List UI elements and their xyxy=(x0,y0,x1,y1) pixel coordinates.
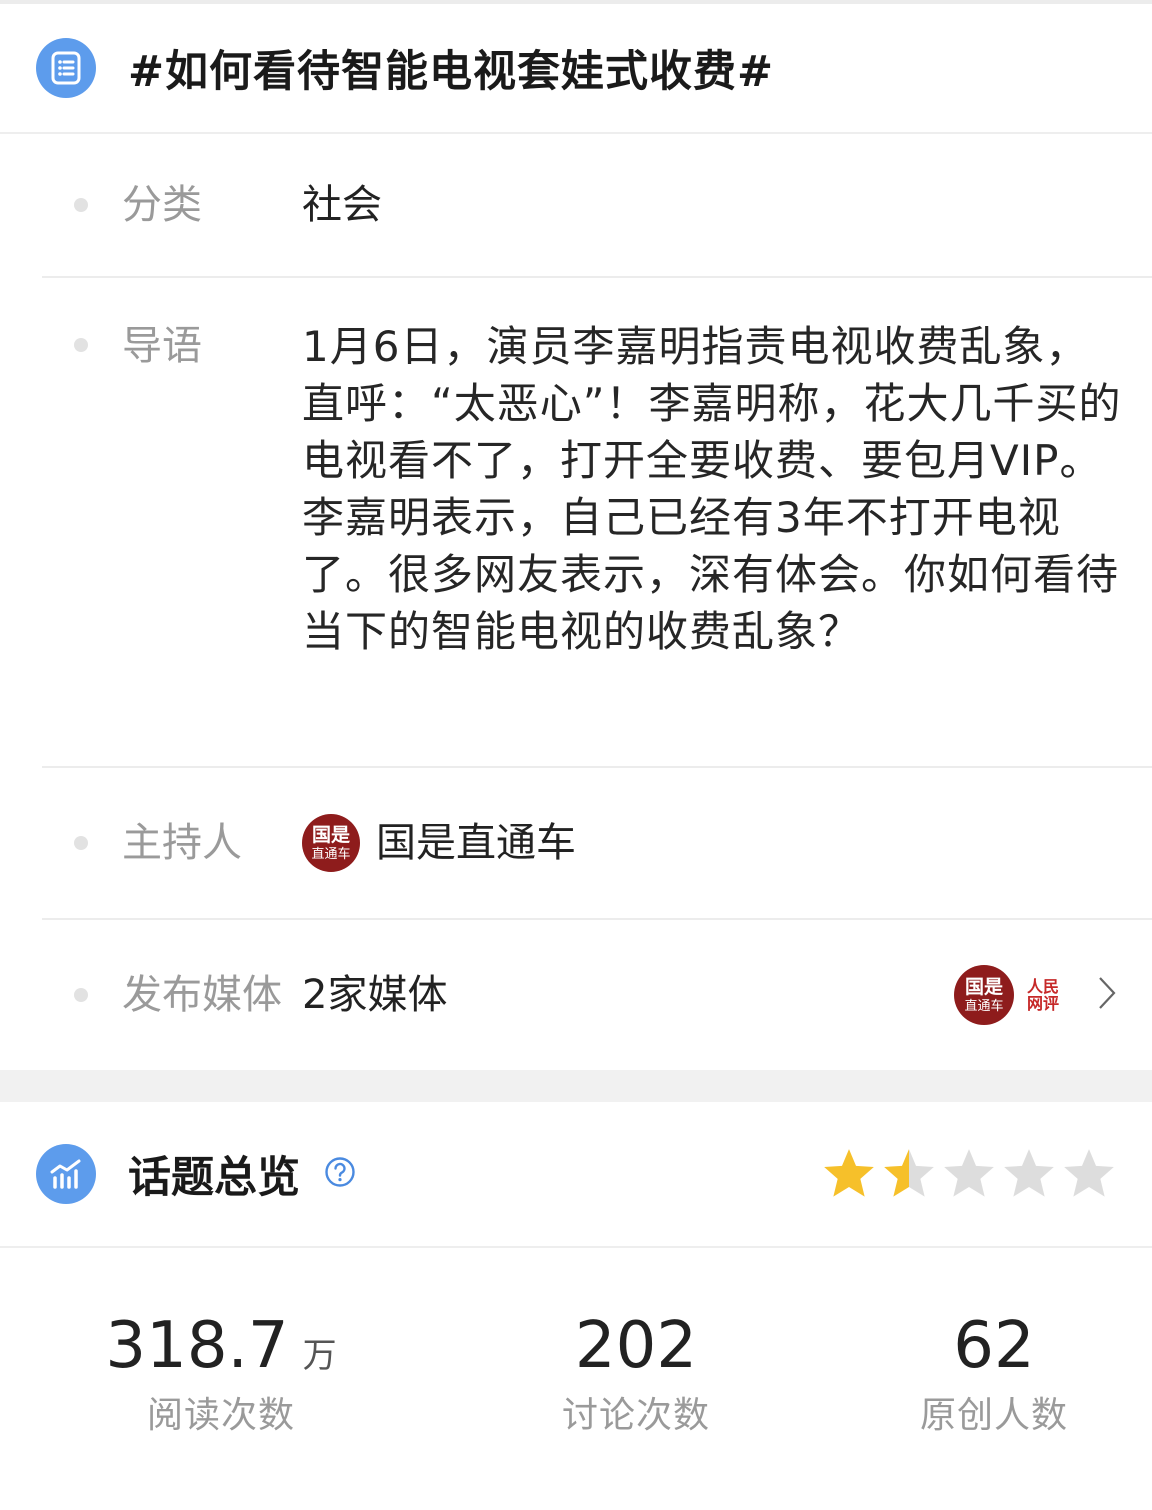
originals-value: 62 xyxy=(953,1309,1035,1383)
topic-title: #如何看待智能电视套娃式收费# xyxy=(128,47,775,97)
media-logos[interactable]: 国是 直通车 人民 网评 xyxy=(954,965,1116,1025)
discussions-label: 讨论次数 xyxy=(561,1395,710,1436)
media-logo-renminwangping: 人民 网评 xyxy=(1026,977,1059,1013)
host-name[interactable]: 国是直通车 xyxy=(376,815,576,871)
star-icon xyxy=(884,1149,934,1197)
media-row[interactable]: 发布媒体 2家媒体 国是 直通车 人民 网评 xyxy=(42,920,1152,1070)
star-icon xyxy=(944,1149,994,1197)
originals-label: 原创人数 xyxy=(919,1395,1068,1436)
reads-unit: 万 xyxy=(302,1336,337,1376)
bullet-dot xyxy=(74,836,88,850)
intro-row: 导语 1月6日，演员李嘉明指责电视收费乱象，直呼：“太恶心”！李嘉明称，花大几千… xyxy=(42,278,1152,768)
stat-discussions: 202 讨论次数 xyxy=(486,1310,786,1510)
list-document-icon xyxy=(36,38,96,98)
bullet-dot xyxy=(74,338,88,352)
section-gap xyxy=(0,1070,1152,1102)
reads-value: 318.7 xyxy=(105,1309,289,1383)
stat-originals: 62 原创人数 xyxy=(844,1310,1144,1510)
media-label: 发布媒体 xyxy=(122,972,282,1018)
host-row[interactable]: 主持人 国是 直通车 国是直通车 xyxy=(42,768,1152,920)
star-icon xyxy=(1064,1149,1114,1197)
star-icon xyxy=(1004,1149,1054,1197)
host-link[interactable]: 国是 直通车 国是直通车 xyxy=(302,814,576,872)
category-label: 分类 xyxy=(122,182,202,228)
stat-reads: 318.7 万 阅读次数 xyxy=(56,1310,386,1510)
host-label: 主持人 xyxy=(122,820,242,866)
bar-chart-trend-icon xyxy=(36,1144,96,1204)
reads-label: 阅读次数 xyxy=(146,1395,295,1436)
overview-title: 话题总览 xyxy=(128,1153,300,1203)
bullet-dot xyxy=(74,988,88,1002)
overview-header: 话题总览 xyxy=(0,1102,1152,1248)
intro-text: 1月6日，演员李嘉明指责电视收费乱象，直呼：“太恶心”！李嘉明称，花大几千买的电… xyxy=(302,322,1122,656)
rating-stars xyxy=(816,1147,1116,1201)
intro-label: 导语 xyxy=(122,323,202,369)
bullet-dot xyxy=(74,198,88,212)
media-count[interactable]: 2家媒体 xyxy=(302,967,447,1023)
category-value: 社会 xyxy=(302,182,382,228)
stats-row: 318.7 万 阅读次数 202 讨论次数 62 原创人数 xyxy=(0,1248,1152,1510)
media-logo-guoshi: 国是 直通车 xyxy=(954,965,1014,1025)
discussions-value: 202 xyxy=(574,1309,698,1383)
question-circle-icon[interactable] xyxy=(324,1156,356,1192)
star-icon xyxy=(824,1149,874,1197)
category-row: 分类 社会 xyxy=(42,134,1152,278)
chevron-right-icon[interactable] xyxy=(1098,976,1116,1014)
host-avatar[interactable]: 国是 直通车 xyxy=(302,814,360,872)
topic-header: #如何看待智能电视套娃式收费# xyxy=(0,4,1152,134)
